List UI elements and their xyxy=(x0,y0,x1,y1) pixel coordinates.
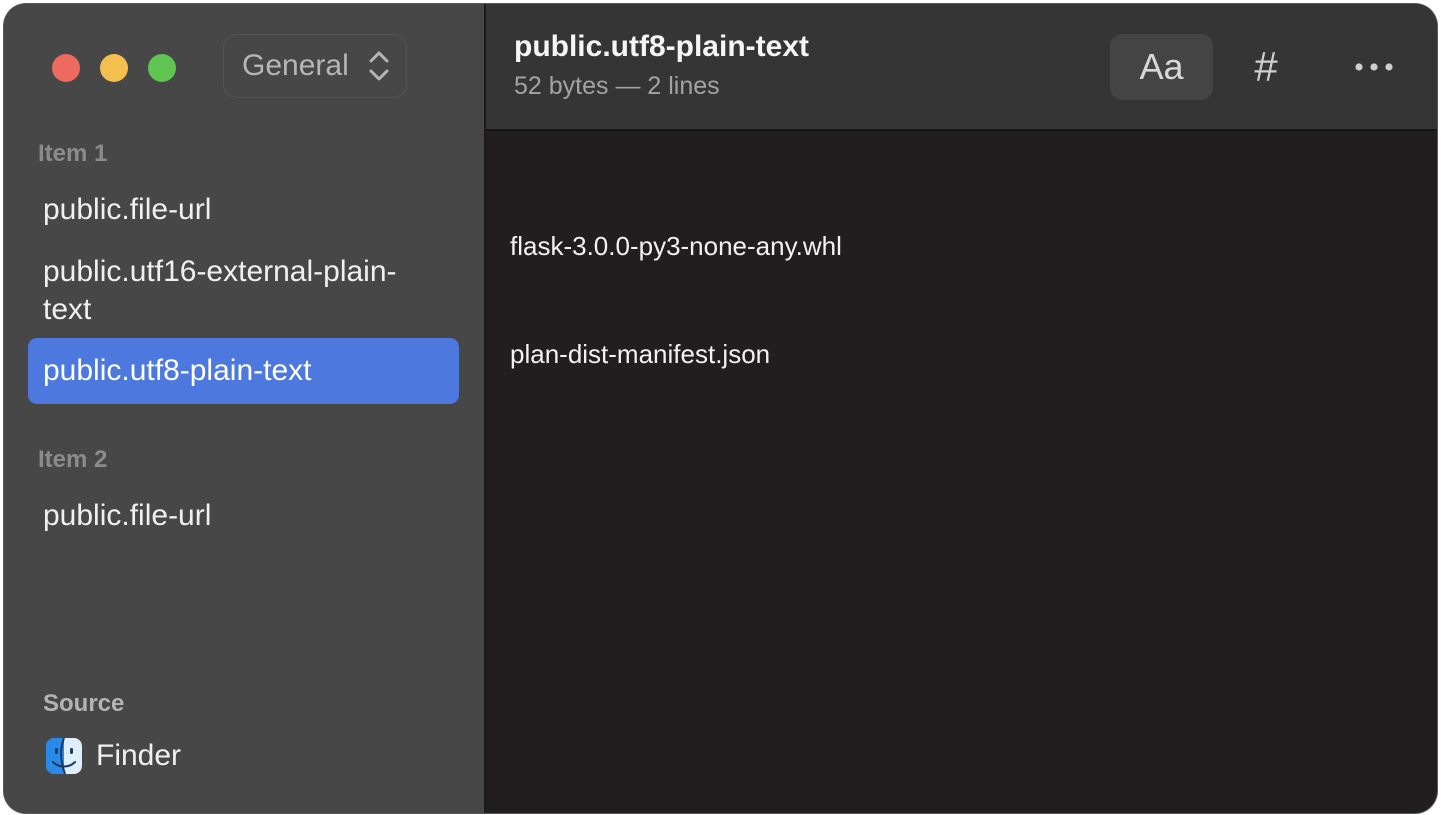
hex-view-button[interactable]: # xyxy=(1238,34,1294,100)
type-summary: 52 bytes — 2 lines xyxy=(514,72,720,100)
more-options-button[interactable] xyxy=(1344,34,1404,100)
section-heading-item-2: Item 2 xyxy=(38,446,108,473)
source-app-finder: Finder xyxy=(46,738,181,774)
sidebar-item-label: public.file-url xyxy=(43,499,212,532)
sidebar-item-utf8-plain-text[interactable]: public.utf8-plain-text xyxy=(28,338,459,404)
content-line: flask-3.0.0-py3-none-any.whl xyxy=(510,231,842,261)
sidebar-item-file-url[interactable]: public.file-url xyxy=(28,191,459,229)
ellipsis-icon xyxy=(1355,63,1393,71)
chevron-up-down-icon xyxy=(369,51,389,81)
font-toggle-label: Aa xyxy=(1139,46,1184,87)
view-mode-popup-label: General xyxy=(242,49,349,82)
view-mode-popup[interactable]: General xyxy=(223,34,407,98)
sidebar-item-label: public.file-url xyxy=(43,193,212,226)
finder-icon xyxy=(46,738,82,774)
sidebar-item-item2-file-url[interactable]: public.file-url xyxy=(28,497,459,535)
toolbar: public.utf8-plain-text 52 bytes — 2 line… xyxy=(486,4,1437,131)
sidebar: General Item 1 public.file-url public.ut… xyxy=(4,4,486,813)
section-heading-source: Source xyxy=(43,690,125,717)
type-title: public.utf8-plain-text xyxy=(514,30,809,63)
sidebar-item-label: public.utf16-external-plain-text xyxy=(43,255,397,326)
clipboard-viewer-window: General Item 1 public.file-url public.ut… xyxy=(4,4,1437,813)
sidebar-item-utf16-external-plain-text[interactable]: public.utf16-external-plain-text xyxy=(28,253,459,329)
window-controls xyxy=(52,54,176,82)
main-panel: public.utf8-plain-text 52 bytes — 2 line… xyxy=(486,4,1437,813)
minimize-window-button[interactable] xyxy=(100,54,128,82)
content-line: plan-dist-manifest.json xyxy=(510,339,771,369)
source-app-label: Finder xyxy=(96,739,182,772)
hex-view-label: # xyxy=(1254,43,1278,90)
zoom-window-button[interactable] xyxy=(148,54,176,82)
section-heading-item-1: Item 1 xyxy=(38,140,108,167)
close-window-button[interactable] xyxy=(52,54,80,82)
sidebar-item-label: public.utf8-plain-text xyxy=(43,354,312,387)
font-toggle-button[interactable]: Aa xyxy=(1110,34,1213,100)
clipboard-content[interactable]: flask-3.0.0-py3-none-any.whl plan-dist-m… xyxy=(510,156,842,444)
